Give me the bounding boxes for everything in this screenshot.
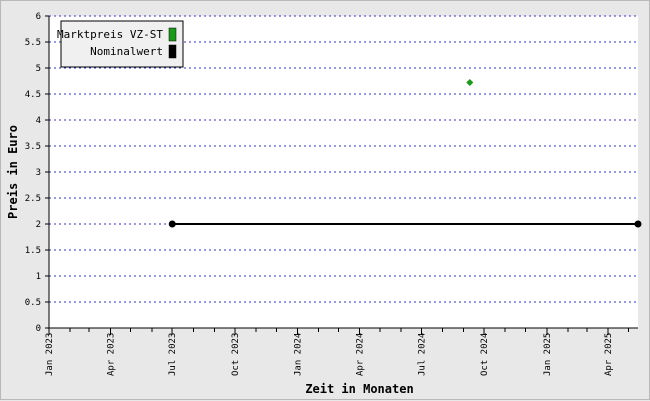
y-tick-label: 2 [36,220,41,230]
y-tick-label: 3 [36,168,41,178]
legend-label: Nominalwert [90,45,163,58]
x-tick-label: Apr 2024 [356,333,366,376]
y-tick-label: 1 [36,272,41,282]
y-tick-label: 2.5 [25,194,41,204]
chart-container: 0 0.5 1 1.5 2 2.5 3 3.5 4 4.5 5 5.5 6 Jan 2023 Apr 202… [0,0,650,400]
y-tick-label: 5.5 [25,38,41,48]
legend-swatch [168,44,177,59]
x-axis-title: Zeit in Monaten [305,382,413,396]
x-tick-label: Jul 2023 [168,333,178,376]
y-tick-label: 0 [36,324,41,334]
y-tick-label: 4.5 [25,90,41,100]
legend-label: Marktpreis VZ-ST [57,28,163,41]
y-axis-title: Preis in Euro [6,125,20,219]
chart-svg: 0 0.5 1 1.5 2 2.5 3 3.5 4 4.5 5 5.5 6 Jan 2023 Apr 202… [6,12,642,396]
y-tick-label: 6 [36,12,41,22]
data-point [634,220,642,228]
y-tick-label: 3.5 [25,142,41,152]
x-tick-label: Jul 2024 [417,333,427,376]
legend-swatch [168,27,177,42]
x-tick-label: Jan 2025 [543,333,553,376]
y-tick-label: 4 [36,116,41,126]
x-tick-label: Oct 2024 [480,333,490,376]
x-tick-label: Apr 2025 [604,333,614,376]
y-tick-label: 5 [36,64,41,74]
x-tick-label: Apr 2023 [106,333,116,376]
y-tick-label: 0.5 [25,298,41,308]
x-tick-label: Jan 2024 [294,333,304,376]
y-tick-label: 1.5 [25,246,41,256]
x-tick-label: Oct 2023 [231,333,241,376]
data-point [168,220,176,228]
x-tick-label: Jan 2023 [45,333,55,376]
